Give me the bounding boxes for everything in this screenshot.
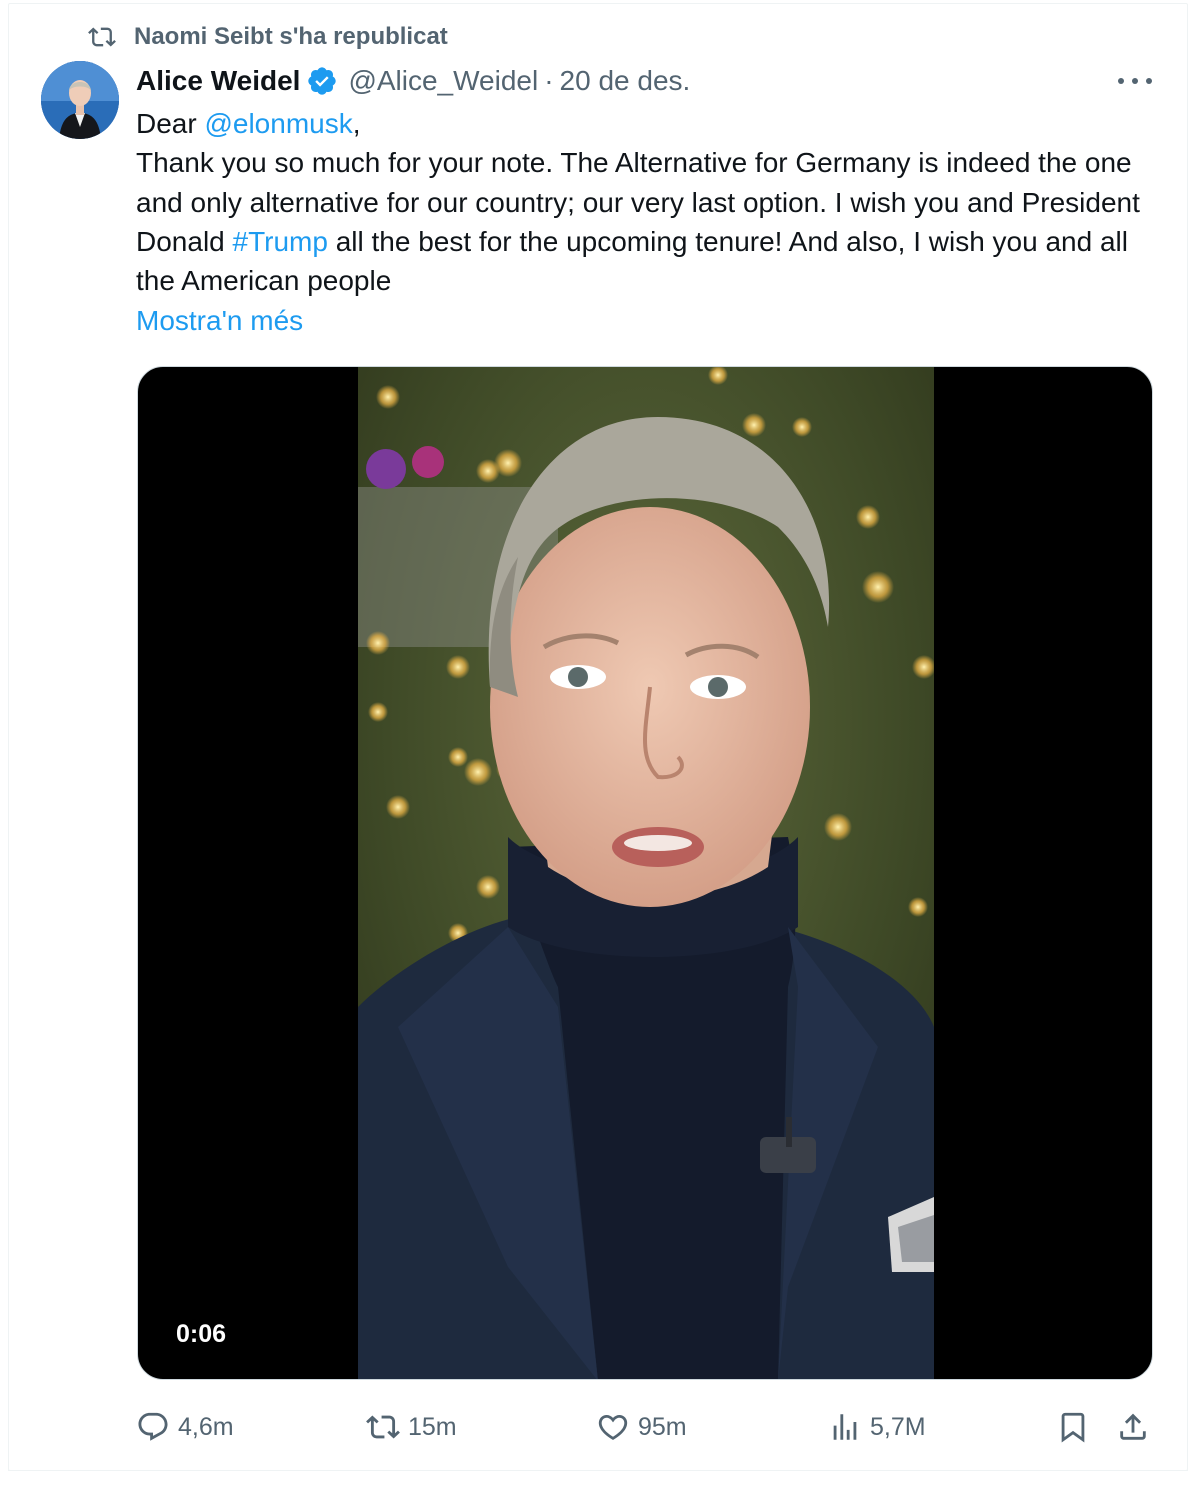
mention-link[interactable]: @elonmusk [204,108,352,139]
reply-count: 4,6m [178,1412,234,1441]
like-count: 95m [638,1412,687,1441]
heart-icon [598,1414,628,1440]
author-handle[interactable]: @Alice_Weidel [348,65,538,97]
post-text: Dear @elonmusk, Thank you so much for yo… [136,104,1166,300]
repost-button[interactable]: 15m [366,1405,457,1449]
message-paragraph: Thank you so much for your note. The Alt… [136,143,1166,300]
hashtag-link[interactable]: #Trump [233,226,328,257]
verified-badge-icon[interactable] [306,65,338,97]
video-timestamp: 0:06 [176,1320,227,1348]
video-player[interactable]: 0:06 [137,366,1153,1380]
bookmark-button[interactable] [1056,1405,1090,1449]
repost-count: 15m [408,1412,457,1441]
greeting-line: Dear @elonmusk, [136,104,1166,143]
views-button[interactable]: 5,7M [828,1405,926,1449]
greeting-comma: , [352,108,361,139]
divider [8,1470,1188,1471]
share-button[interactable] [1116,1405,1150,1449]
repost-context[interactable]: Naomi Seibt s'ha republicat [88,22,448,52]
avatar-image [41,61,119,139]
separator-dot: · [544,65,554,96]
show-more-link[interactable]: Mostra'n més [136,301,303,340]
reply-button[interactable]: 4,6m [136,1405,234,1449]
share-icon [1120,1413,1146,1440]
video-frame [358,367,934,1379]
video-thumbnail [358,367,934,1379]
views-count: 5,7M [870,1412,926,1441]
repost-label: Naomi Seibt s'ha republicat [134,23,448,50]
reply-icon [138,1412,168,1441]
bookmark-icon [1061,1412,1085,1443]
like-button[interactable]: 95m [596,1405,687,1449]
avatar[interactable] [41,61,119,139]
views-chart-icon [833,1414,857,1440]
post-date[interactable]: 20 de des. [560,65,691,97]
post-header: Alice Weidel @Alice_Weidel · 20 de des. [136,62,690,100]
repost-icon [366,1415,400,1439]
repost-icon [88,27,116,47]
author-name[interactable]: Alice Weidel [136,65,300,97]
greeting-text: Dear [136,108,205,139]
more-options-icon[interactable] [1118,68,1152,94]
action-bar: 4,6m 15m 95m 5,7M [136,1405,1156,1449]
